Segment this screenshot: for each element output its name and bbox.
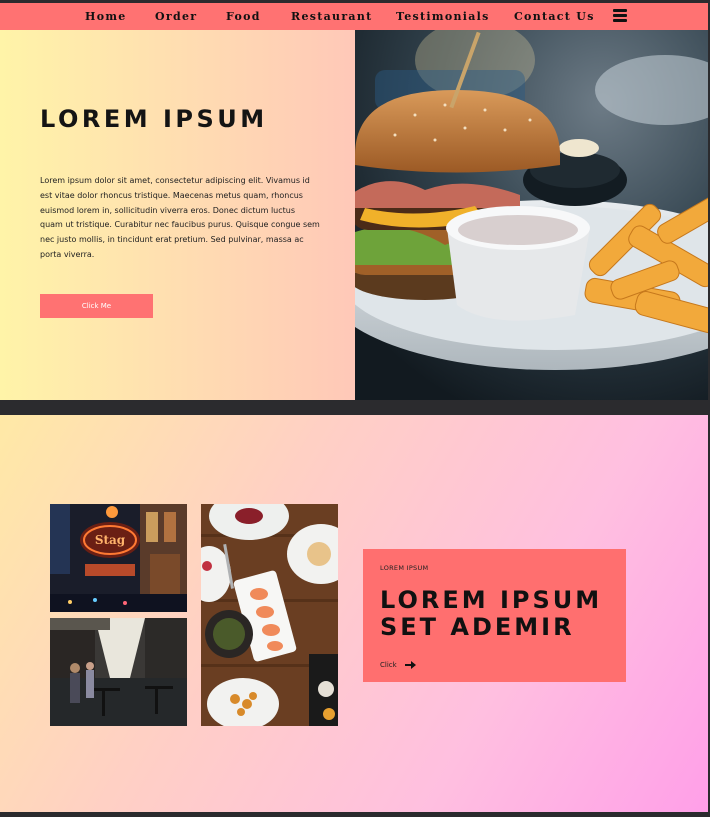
burger-and-fries-photo [355, 30, 708, 400]
feature-card: LOREM IPSUM LOREM IPSUM SET ADEMIR Click [363, 549, 626, 682]
nav-item-restaurant[interactable]: Restaurant [291, 9, 373, 25]
svg-text:Stag: Stag [95, 533, 126, 547]
top-navigation-bar: Home Order Food Restaurant Testimonials … [0, 3, 708, 30]
nav-item-contact-us[interactable]: Contact Us [514, 9, 595, 25]
card-click-label: Click [380, 661, 397, 669]
nav-item-order[interactable]: Order [155, 9, 197, 25]
food-table-overhead-photo [201, 504, 338, 726]
burger-photo-illustration [355, 30, 708, 400]
nav-item-food[interactable]: Food [226, 9, 261, 25]
card-title-line-1: LOREM IPSUM [380, 586, 603, 614]
pub-neon-sign-photo: Stag [50, 504, 187, 612]
card-kicker: LOREM IPSUM [380, 564, 429, 572]
card-title-line-2: SET ADEMIR [380, 613, 575, 641]
window-frame-bottom [0, 812, 710, 817]
nav-item-home[interactable]: Home [85, 9, 127, 25]
hero-click-me-button[interactable]: Click Me [40, 294, 153, 318]
section-divider [0, 400, 710, 415]
arrow-right-icon [404, 661, 416, 669]
card-click-link[interactable]: Click [380, 661, 416, 669]
nav-item-testimonials[interactable]: Testimonials [396, 9, 490, 25]
hero-paragraph: Lorem ipsum dolor sit amet, consectetur … [40, 176, 320, 259]
card-title: LOREM IPSUM SET ADEMIR [380, 587, 602, 641]
hero-title: LOREM IPSUM [40, 105, 268, 133]
hamburger-menu-icon[interactable] [613, 9, 627, 23]
street-cafe-alley-photo [50, 618, 187, 726]
